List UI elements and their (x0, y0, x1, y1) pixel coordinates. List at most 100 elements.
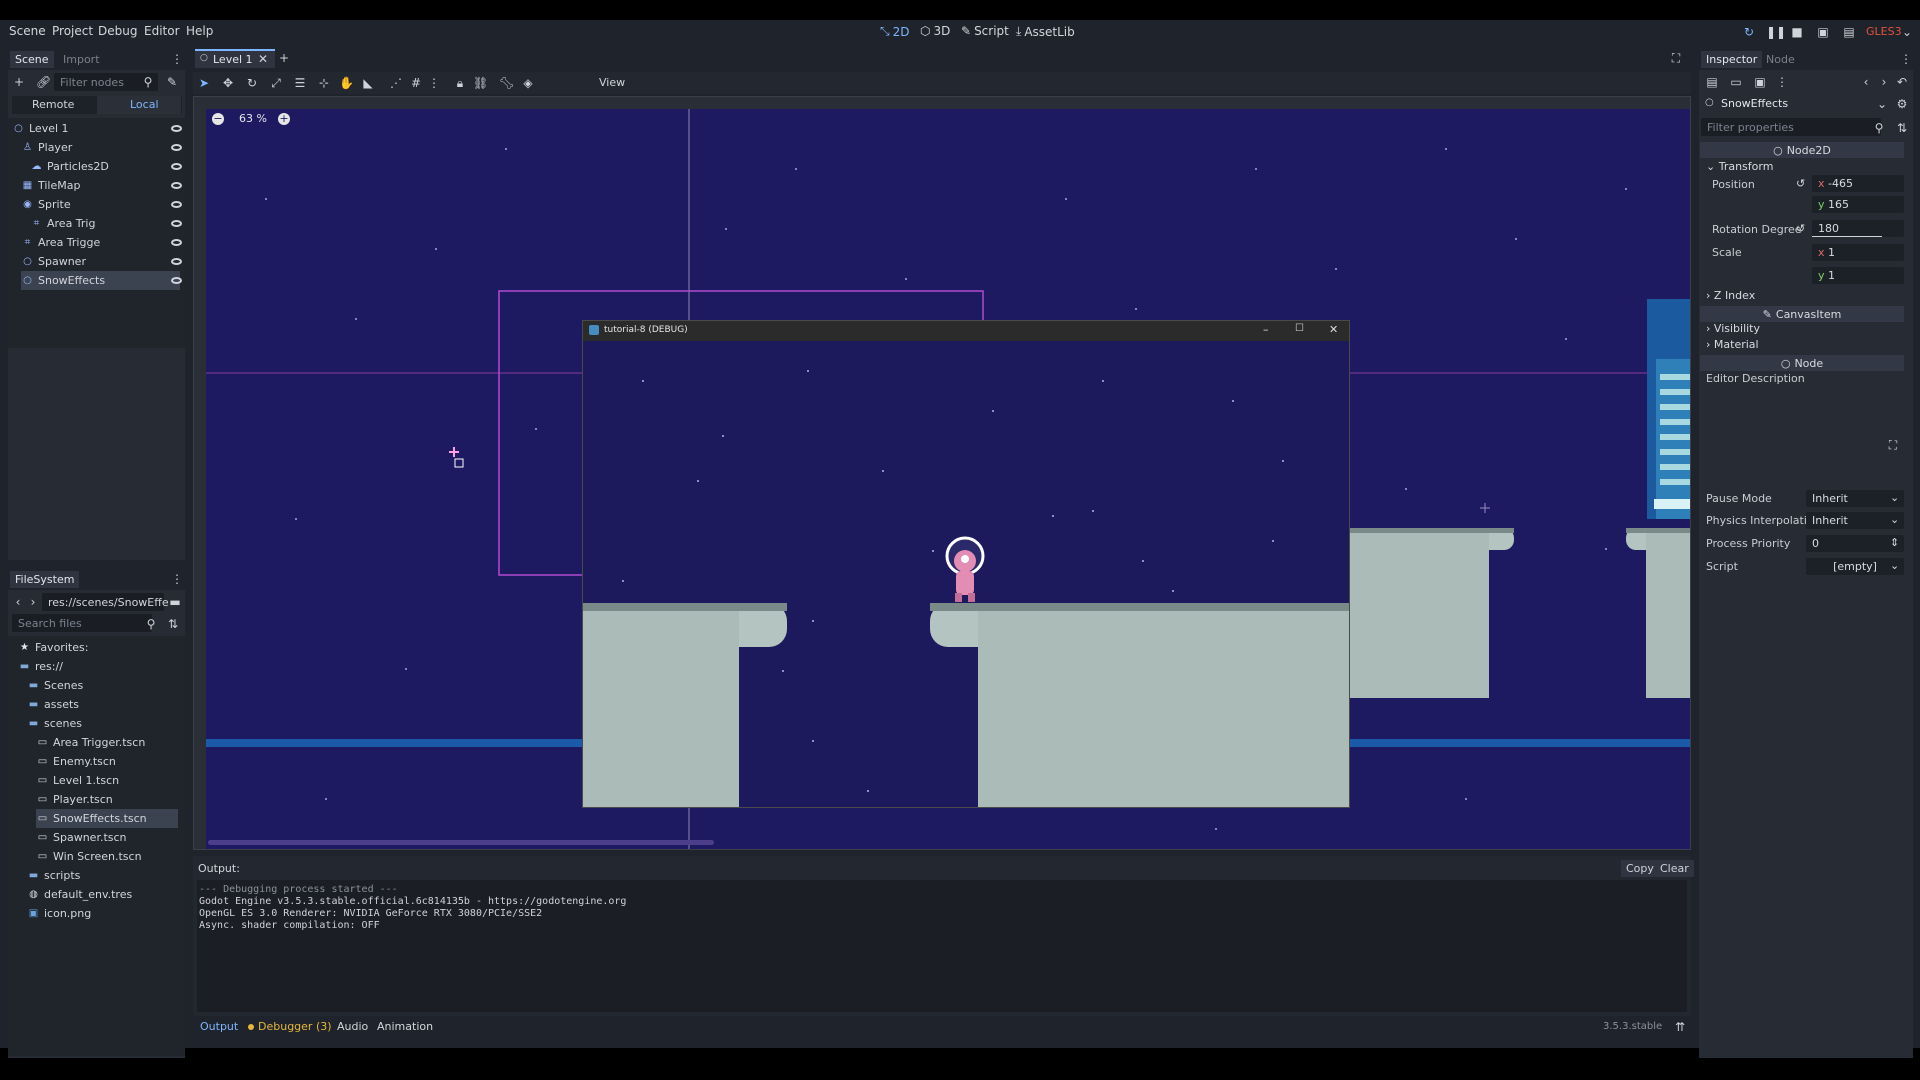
visibility-eye-icon[interactable] (171, 220, 182, 227)
file-tree-item[interactable]: ▭ Player.tscn (36, 790, 178, 809)
path-field[interactable]: res://scenes/SnowEffe (42, 593, 169, 611)
group-icon[interactable]: ⛓ (473, 76, 488, 90)
zoom-in-icon[interactable]: + (278, 113, 290, 125)
expand-panel-icon[interactable]: ⇈ (1673, 1020, 1687, 1034)
maximize-icon[interactable]: ☐ (1295, 323, 1304, 334)
history-icon[interactable]: ↶ (1895, 75, 1909, 89)
stop-icon[interactable]: ■ (1790, 25, 1804, 39)
file-tree-item[interactable]: ▭ SnowEffects.tscn (36, 809, 178, 828)
file-tree-item[interactable]: ▭ Win Screen.tscn (36, 847, 178, 866)
editor-description-field[interactable] (1700, 390, 1904, 484)
file-tree-item[interactable]: ▬ res:// (18, 657, 178, 676)
view-menu[interactable]: View (599, 76, 625, 89)
scene-tree-item[interactable]: ⌗ Area Trigge (21, 233, 180, 252)
rotation-field[interactable]: 180 (1812, 220, 1904, 237)
file-tree-item[interactable]: ▭ Enemy.tscn (36, 752, 178, 771)
game-debug-window[interactable]: tutorial-8 (DEBUG) – ☐ ✕ (582, 320, 1350, 808)
play-custom-icon[interactable]: ▣ (1816, 25, 1830, 39)
sort-icon[interactable]: ⇅ (1895, 121, 1909, 135)
scale-y-field[interactable]: y 1 (1812, 267, 1904, 284)
output-log[interactable]: --- Debugging process started --- Godot … (197, 880, 1687, 1012)
scene-tree-item[interactable]: ☁ Particles2D (30, 157, 180, 176)
position-x-field[interactable]: x -465 (1812, 175, 1904, 192)
zoom-level[interactable]: 63 % (239, 112, 267, 125)
material-section[interactable]: › Material (1706, 338, 1759, 351)
scale-tool-icon[interactable]: ⤢ (269, 76, 283, 90)
tab-import[interactable]: Import (58, 51, 105, 68)
tab-inspector[interactable]: Inspector (1701, 51, 1763, 68)
save-icon[interactable]: ▣ (1753, 75, 1767, 89)
open-folder-icon[interactable]: ▭ (1729, 75, 1743, 89)
process-priority-spinbox[interactable]: 0 ⇕ (1806, 535, 1904, 552)
movie-icon[interactable]: ▤ (1842, 25, 1856, 39)
local-tab[interactable]: Local (130, 98, 159, 111)
more-icon[interactable]: ⋮ (170, 572, 184, 586)
ruler-tool-icon[interactable]: ◣ (361, 76, 375, 90)
chevron-down-icon[interactable]: ⌄ (1875, 97, 1889, 111)
menu-project[interactable]: Project (52, 24, 93, 38)
more-icon[interactable]: ⋮ (170, 52, 184, 66)
file-tree-item[interactable]: ★ Favorites: (18, 638, 178, 657)
file-tree-item[interactable]: ▬ scenes (27, 714, 178, 733)
scene-tree-item[interactable]: ○ Level 1 (12, 119, 180, 138)
script-resource-field[interactable]: [empty] ⌄ (1806, 558, 1904, 575)
visibility-eye-icon[interactable] (171, 277, 182, 284)
snap-options-icon[interactable]: ⋮ (427, 76, 441, 90)
add-tab-icon[interactable]: + (277, 51, 291, 65)
renderer-label[interactable]: GLES3 (1866, 25, 1902, 38)
tab-filesystem[interactable]: FileSystem (10, 571, 80, 588)
window-titlebar[interactable]: tutorial-8 (DEBUG) – ☐ ✕ (583, 321, 1349, 341)
pause-mode-select[interactable]: Inherit ⌄ (1806, 490, 1904, 507)
position-y-field[interactable]: y 165 (1812, 196, 1904, 213)
play-scene-icon[interactable]: ↻ (1742, 25, 1756, 39)
visibility-eye-icon[interactable] (171, 182, 182, 189)
horizontal-scrollbar[interactable] (208, 840, 714, 845)
filter-properties-input[interactable]: Filter properties (1701, 118, 1881, 136)
camera-override-icon[interactable]: ◈ (521, 76, 535, 90)
menu-debug[interactable]: Debug (98, 24, 137, 38)
move-tool-icon[interactable]: ✥ (221, 76, 235, 90)
split-view-icon[interactable]: ▬ (168, 595, 182, 609)
scene-tree-item[interactable]: ⌗ Area Trig (30, 214, 180, 233)
script-attach-icon[interactable]: ✎ (165, 75, 179, 89)
workspace-3d-button[interactable]: ⬡ 3D (920, 24, 950, 38)
visibility-section[interactable]: › Visibility (1706, 322, 1760, 335)
workspace-2d-button[interactable]: ⤡ 2D (880, 24, 909, 39)
visibility-eye-icon[interactable] (171, 201, 182, 208)
tab-debugger[interactable]: Debugger (3) (258, 1020, 332, 1033)
file-tree-item[interactable]: ◍ default_env.tres (27, 885, 178, 904)
clear-button[interactable]: Clear (1655, 860, 1694, 877)
file-tree-item[interactable]: ▬ assets (27, 695, 178, 714)
sort-icon[interactable]: ⇅ (166, 617, 180, 631)
file-tree-item[interactable]: ▭ Level 1.tscn (36, 771, 178, 790)
list-select-icon[interactable]: ☰ (293, 76, 307, 90)
tab-node[interactable]: Node (1761, 51, 1800, 68)
copy-button[interactable]: Copy (1621, 860, 1659, 877)
close-icon[interactable]: ✕ (1329, 323, 1338, 336)
pan-tool-icon[interactable]: ✋ (339, 76, 354, 90)
visibility-eye-icon[interactable] (171, 239, 182, 246)
add-node-icon[interactable]: + (12, 75, 26, 89)
remote-tab[interactable]: Remote (32, 98, 74, 111)
file-tree-item[interactable]: ▭ Spawner.tscn (36, 828, 178, 847)
tab-scene[interactable]: Scene (10, 51, 54, 68)
close-icon[interactable]: ✕ (258, 52, 268, 66)
scene-tree-item[interactable]: ♙ Player (21, 138, 180, 157)
file-tree-item[interactable]: ▬ scripts (27, 866, 178, 885)
skeleton-icon[interactable]: 🦴︎ (499, 76, 514, 90)
file-tree-item[interactable]: ▬ Scenes (27, 676, 178, 695)
history-forward-icon[interactable]: › (1877, 75, 1891, 89)
physics-interpolation-select[interactable]: Inherit ⌄ (1806, 512, 1904, 529)
history-back-icon[interactable]: ‹ (1859, 75, 1873, 89)
object-menu-icon[interactable]: ⚙ (1895, 97, 1909, 111)
select-tool-icon[interactable]: ➤ (197, 76, 211, 90)
back-icon[interactable]: ‹ (11, 595, 25, 609)
zoom-out-icon[interactable]: − (212, 113, 224, 125)
tab-level-1[interactable]: ○ Level 1 ✕ (195, 49, 275, 68)
object-name[interactable]: SnowEffects (1721, 97, 1788, 110)
pivot-icon[interactable]: ⊹ (317, 76, 331, 90)
tab-audio[interactable]: Audio (337, 1020, 368, 1033)
visibility-eye-icon[interactable] (171, 258, 182, 265)
menu-scene[interactable]: Scene (9, 24, 46, 38)
link-icon[interactable]: 🔗︎ (36, 75, 51, 89)
